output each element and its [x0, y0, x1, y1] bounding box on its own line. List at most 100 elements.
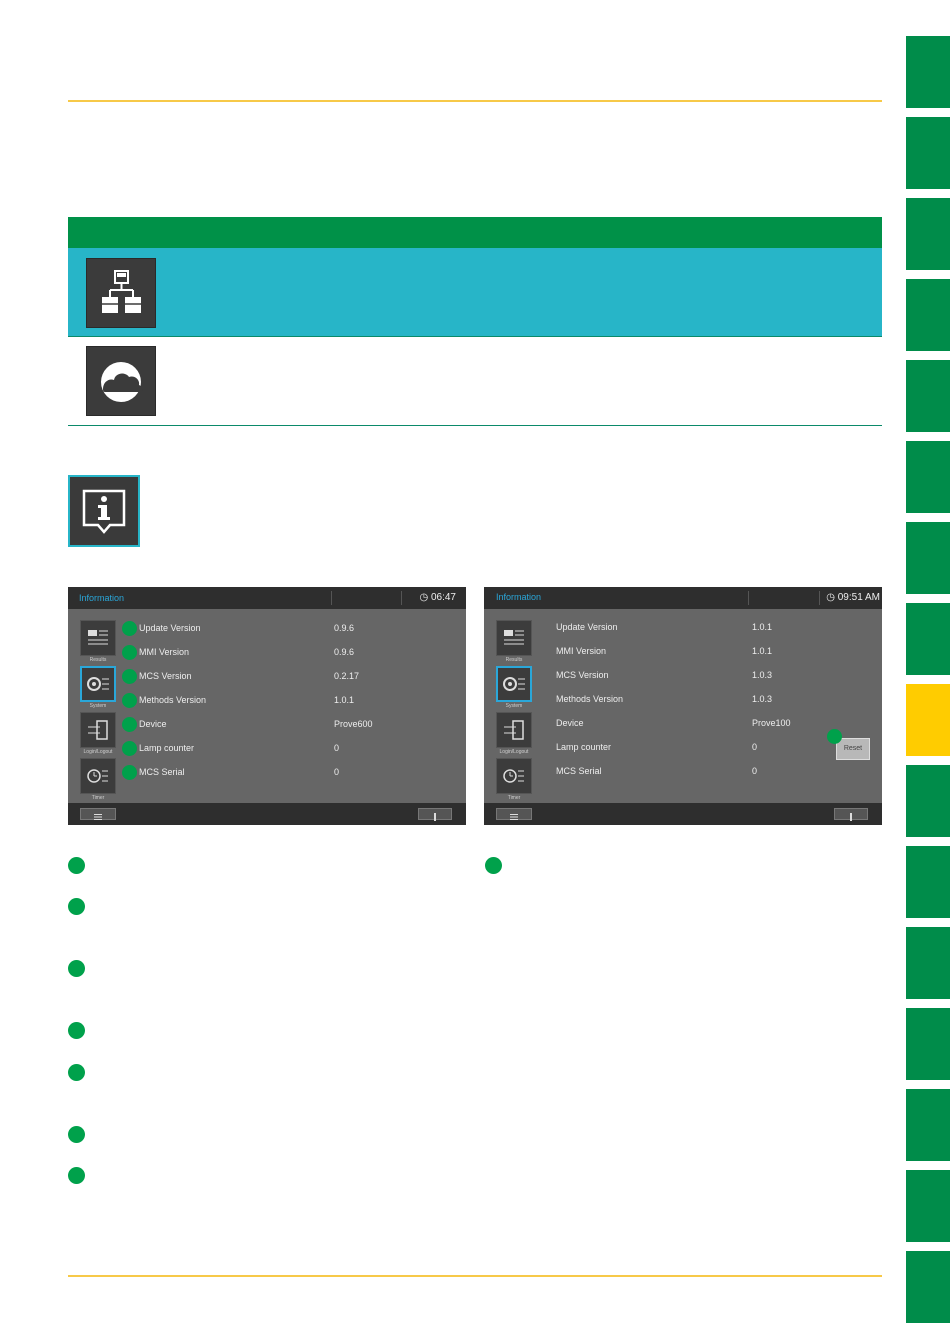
clock: ◷ 06:47	[419, 592, 456, 603]
side-tab[interactable]	[906, 846, 950, 918]
side-tab[interactable]	[906, 117, 950, 189]
row-label: Update Version	[556, 622, 618, 632]
bar-button[interactable]	[834, 808, 868, 821]
callout-marker	[68, 857, 85, 874]
row-value: 1.0.1	[334, 695, 355, 705]
row-label: Update Version	[139, 623, 201, 633]
callout-marker	[68, 898, 85, 915]
divider	[819, 591, 820, 605]
row-label: MCS Version	[139, 671, 192, 681]
device-screen-right: Information ◷ 09:51 AM Results System Lo…	[484, 587, 882, 825]
side-tab[interactable]	[906, 1170, 950, 1242]
table-row	[68, 248, 882, 337]
bottom-rule	[68, 1275, 882, 1277]
timer-icon[interactable]	[496, 758, 532, 794]
login-logout-icon[interactable]	[496, 712, 532, 748]
clock-time: 06:47	[430, 592, 456, 603]
menu-button[interactable]	[496, 808, 532, 820]
screen-title: Information	[79, 593, 125, 603]
network-hierarchy-icon	[86, 258, 156, 328]
side-tab-active[interactable]	[906, 684, 950, 756]
nav-caption: System	[505, 703, 523, 709]
system-icon[interactable]	[496, 666, 532, 702]
callout-dot	[122, 645, 137, 660]
row-value: 0	[334, 767, 340, 777]
row-value: 0	[752, 766, 758, 776]
reset-button[interactable]: Reset	[836, 738, 870, 760]
side-tab[interactable]	[906, 1089, 950, 1161]
row-value: 1.0.3	[752, 670, 773, 680]
side-tab[interactable]	[906, 1251, 950, 1323]
side-tab[interactable]	[906, 765, 950, 837]
side-tab[interactable]	[906, 603, 950, 675]
clock-time: 09:51 AM	[837, 592, 880, 603]
cloud-icon	[86, 346, 156, 416]
row-value: 0	[752, 742, 758, 752]
screen-bottom-bar	[484, 803, 882, 825]
row-label: Methods Version	[556, 694, 624, 704]
side-tab[interactable]	[906, 360, 950, 432]
info-icon	[68, 475, 140, 547]
callout-dot	[122, 717, 137, 732]
top-rule	[68, 100, 882, 102]
clock-icon: ◷	[419, 592, 429, 603]
row-value: Prove100	[752, 718, 791, 728]
results-icon[interactable]	[496, 620, 532, 656]
results-icon[interactable]	[80, 620, 116, 656]
row-value: 0	[334, 743, 340, 753]
screen-title: Information	[496, 592, 542, 602]
side-tab[interactable]	[906, 441, 950, 513]
screen-bottom-bar	[68, 803, 466, 825]
screen-title-bar: Information ◷ 09:51 AM	[484, 587, 882, 609]
row-label: Lamp counter	[556, 742, 612, 752]
row-label: MMI Version	[139, 647, 190, 657]
callout-marker	[68, 1167, 85, 1184]
row-label: Lamp counter	[139, 743, 195, 753]
system-icon[interactable]	[80, 666, 116, 702]
callout-dot	[122, 741, 137, 756]
row-label: Device	[139, 719, 167, 729]
screen-title-bar: Information ◷ 06:47	[68, 587, 466, 609]
callout-marker	[68, 1126, 85, 1143]
side-tab[interactable]	[906, 522, 950, 594]
row-value: 0.9.6	[334, 623, 355, 633]
timer-icon[interactable]	[80, 758, 116, 794]
row-value: 0.9.6	[334, 647, 355, 657]
side-tab[interactable]	[906, 198, 950, 270]
row-label: Methods Version	[139, 695, 207, 705]
callout-dot	[122, 765, 137, 780]
nav-caption: Login/Logout	[83, 749, 113, 755]
device-screen-left: Information ◷ 06:47 Results System Login…	[68, 587, 466, 825]
row-label: MCS Version	[556, 670, 609, 680]
row-label: MMI Version	[556, 646, 607, 656]
clock-icon: ◷	[826, 592, 835, 603]
nav-caption: Results	[89, 657, 107, 663]
login-logout-icon[interactable]	[80, 712, 116, 748]
row-label: MCS Serial	[139, 767, 185, 777]
row-value: 1.0.1	[752, 622, 773, 632]
row-label: MCS Serial	[556, 766, 602, 776]
menu-button[interactable]	[80, 808, 116, 820]
side-tab[interactable]	[906, 279, 950, 351]
row-value: Prove600	[334, 719, 373, 729]
row-value: 0.2.17	[334, 671, 360, 681]
side-tab[interactable]	[906, 1008, 950, 1080]
table-header	[68, 217, 882, 248]
nav-caption: Timer	[91, 795, 105, 801]
nav-caption: System	[89, 703, 107, 709]
side-tab[interactable]	[906, 927, 950, 999]
callout-marker	[68, 1022, 85, 1039]
nav-caption: Login/Logout	[499, 749, 529, 755]
bar-button[interactable]	[418, 808, 452, 821]
callout-dot	[122, 621, 137, 636]
row-value: 1.0.1	[752, 646, 773, 656]
callout-dot	[122, 693, 137, 708]
row-value: 1.0.3	[752, 694, 773, 704]
clock: ◷ 09:51 AM	[826, 592, 880, 603]
nav-caption: Timer	[507, 795, 521, 801]
side-tab[interactable]	[906, 36, 950, 108]
row-label: Device	[556, 718, 584, 728]
divider	[401, 591, 402, 605]
table-row	[68, 337, 882, 426]
callout-dot	[827, 729, 842, 744]
